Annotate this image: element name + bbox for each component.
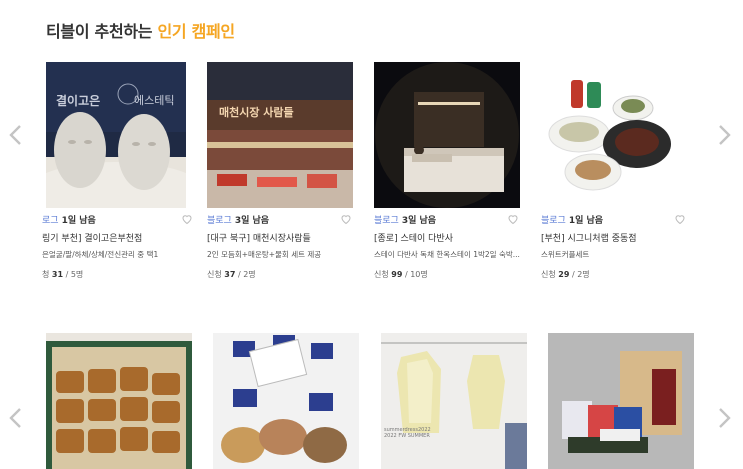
campaign-image[interactable] <box>548 333 694 469</box>
days-left: 1일 남음 <box>568 216 604 226</box>
days-left: 1일 남음 <box>61 216 96 226</box>
row2-prev-button[interactable] <box>6 403 24 433</box>
campaign-name[interactable]: 링기 부천] 결이고은부천점 <box>42 231 188 244</box>
chevron-right-icon <box>719 408 731 428</box>
image-overlay-text-left: 결이고은 <box>56 94 101 108</box>
campaign-image[interactable]: summerdress2022 2022 FW SUMMER <box>381 333 527 469</box>
campaign-description: 은얼굴/팔/하체/상체/전신관리 중 택1 <box>42 250 159 259</box>
card-meta: 로그 1일 남음 <box>42 213 192 227</box>
apply-count: 청 31 / 5명 <box>42 270 84 279</box>
heart-icon[interactable] <box>674 213 686 225</box>
campaign-description: 스위트커플세트 <box>541 250 590 259</box>
channel-badge: 블로그 <box>374 216 399 226</box>
campaign-description: 스테이 다반사 독채 한옥스테이 1박2일 숙박... <box>374 250 520 259</box>
campaign-card[interactable] <box>548 333 694 469</box>
channel-badge: 블로그 <box>541 216 566 226</box>
campaign-image[interactable] <box>374 62 520 208</box>
campaign-image[interactable] <box>541 62 687 208</box>
section-title: 티블이 추천하는 인기 캠페인 <box>46 18 235 42</box>
campaign-image[interactable] <box>46 333 192 469</box>
campaign-card[interactable]: 결이고은 에스테틱 로그 1일 남음 링기 부천] 결이고은부천점 은얼굴/팔/하… <box>42 62 192 279</box>
chevron-left-icon <box>9 125 21 145</box>
campaign-card[interactable] <box>46 333 192 469</box>
apply-count: 신청 99 / 10명 <box>374 270 428 279</box>
section-title-highlight: 인기 캠페인 <box>157 22 235 41</box>
heart-icon[interactable] <box>181 213 193 225</box>
campaign-description: 2인 모듬회+매운탕+물회 세트 제공 <box>207 250 322 259</box>
image-overlay-text-right: 에스테틱 <box>134 94 175 107</box>
campaign-image[interactable]: 매천시장 사람들 <box>207 62 353 208</box>
campaign-card[interactable] <box>213 333 359 469</box>
apply-count: 신청 29 / 2명 <box>541 270 590 279</box>
card-meta: 블로그 1일 남음 <box>541 213 687 227</box>
campaign-card[interactable]: 블로그 3일 남음 [종로] 스테이 다반사 스테이 다반사 독채 한옥스테이 1… <box>374 62 520 279</box>
campaign-card[interactable]: summerdress2022 2022 FW SUMMER <box>381 333 527 469</box>
image-sign-text: 매천시장 사람들 <box>219 106 294 119</box>
apply-count: 신청 37 / 2명 <box>207 270 256 279</box>
chevron-right-icon <box>719 125 731 145</box>
heart-icon[interactable] <box>507 213 519 225</box>
channel-badge: 블로그 <box>207 216 232 226</box>
campaign-card[interactable]: 블로그 1일 남음 [부천] 시그니처랩 중동점 스위트커플세트 신청 29 / … <box>541 62 687 279</box>
campaign-image[interactable] <box>213 333 359 469</box>
chevron-left-icon <box>9 408 21 428</box>
campaign-card[interactable]: 매천시장 사람들 블로그 3일 남음 [대구 북구] 매천시장사람들 2인 모듬회… <box>207 62 353 279</box>
card-meta: 블로그 3일 남음 <box>374 213 520 227</box>
campaign-name[interactable]: [부천] 시그니처랩 중동점 <box>541 231 687 244</box>
channel-badge: 로그 <box>42 216 59 226</box>
row1-prev-button[interactable] <box>6 120 24 150</box>
row1-next-button[interactable] <box>716 120 734 150</box>
image-caption-2: 2022 FW SUMMER <box>384 433 430 439</box>
campaign-name[interactable]: [종로] 스테이 다반사 <box>374 231 520 244</box>
heart-icon[interactable] <box>340 213 352 225</box>
campaign-name[interactable]: [대구 북구] 매천시장사람들 <box>207 231 353 244</box>
card-meta: 블로그 3일 남음 <box>207 213 353 227</box>
section-title-prefix: 티블이 추천하는 <box>46 22 158 41</box>
days-left: 3일 남음 <box>401 216 437 226</box>
row2-next-button[interactable] <box>716 403 734 433</box>
campaign-image[interactable]: 결이고은 에스테틱 <box>46 62 186 208</box>
days-left: 3일 남음 <box>234 216 270 226</box>
